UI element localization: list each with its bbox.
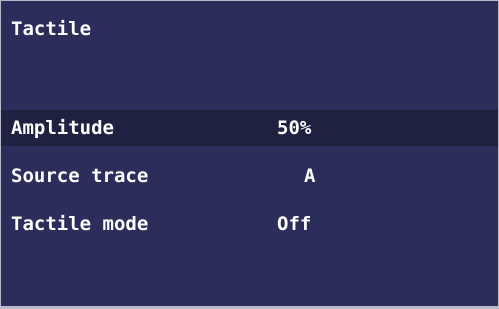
source-trace-value[interactable]: A	[304, 164, 315, 188]
amplitude-label: Amplitude	[11, 117, 114, 139]
menu-row-amplitude[interactable]: Amplitude 50%	[1, 110, 498, 146]
tactile-mode-label: Tactile mode	[11, 213, 149, 235]
screen-title: Tactile	[11, 18, 92, 40]
amplitude-value[interactable]: 50%	[277, 116, 311, 140]
tactile-settings-screen: Tactile Amplitude 50% Source trace A Tac…	[0, 0, 499, 309]
menu-row-tactile-mode[interactable]: Tactile mode Off	[1, 206, 498, 242]
source-trace-label: Source trace	[11, 165, 149, 187]
menu-row-source-trace[interactable]: Source trace A	[1, 158, 498, 194]
tactile-mode-value[interactable]: Off	[277, 212, 311, 236]
